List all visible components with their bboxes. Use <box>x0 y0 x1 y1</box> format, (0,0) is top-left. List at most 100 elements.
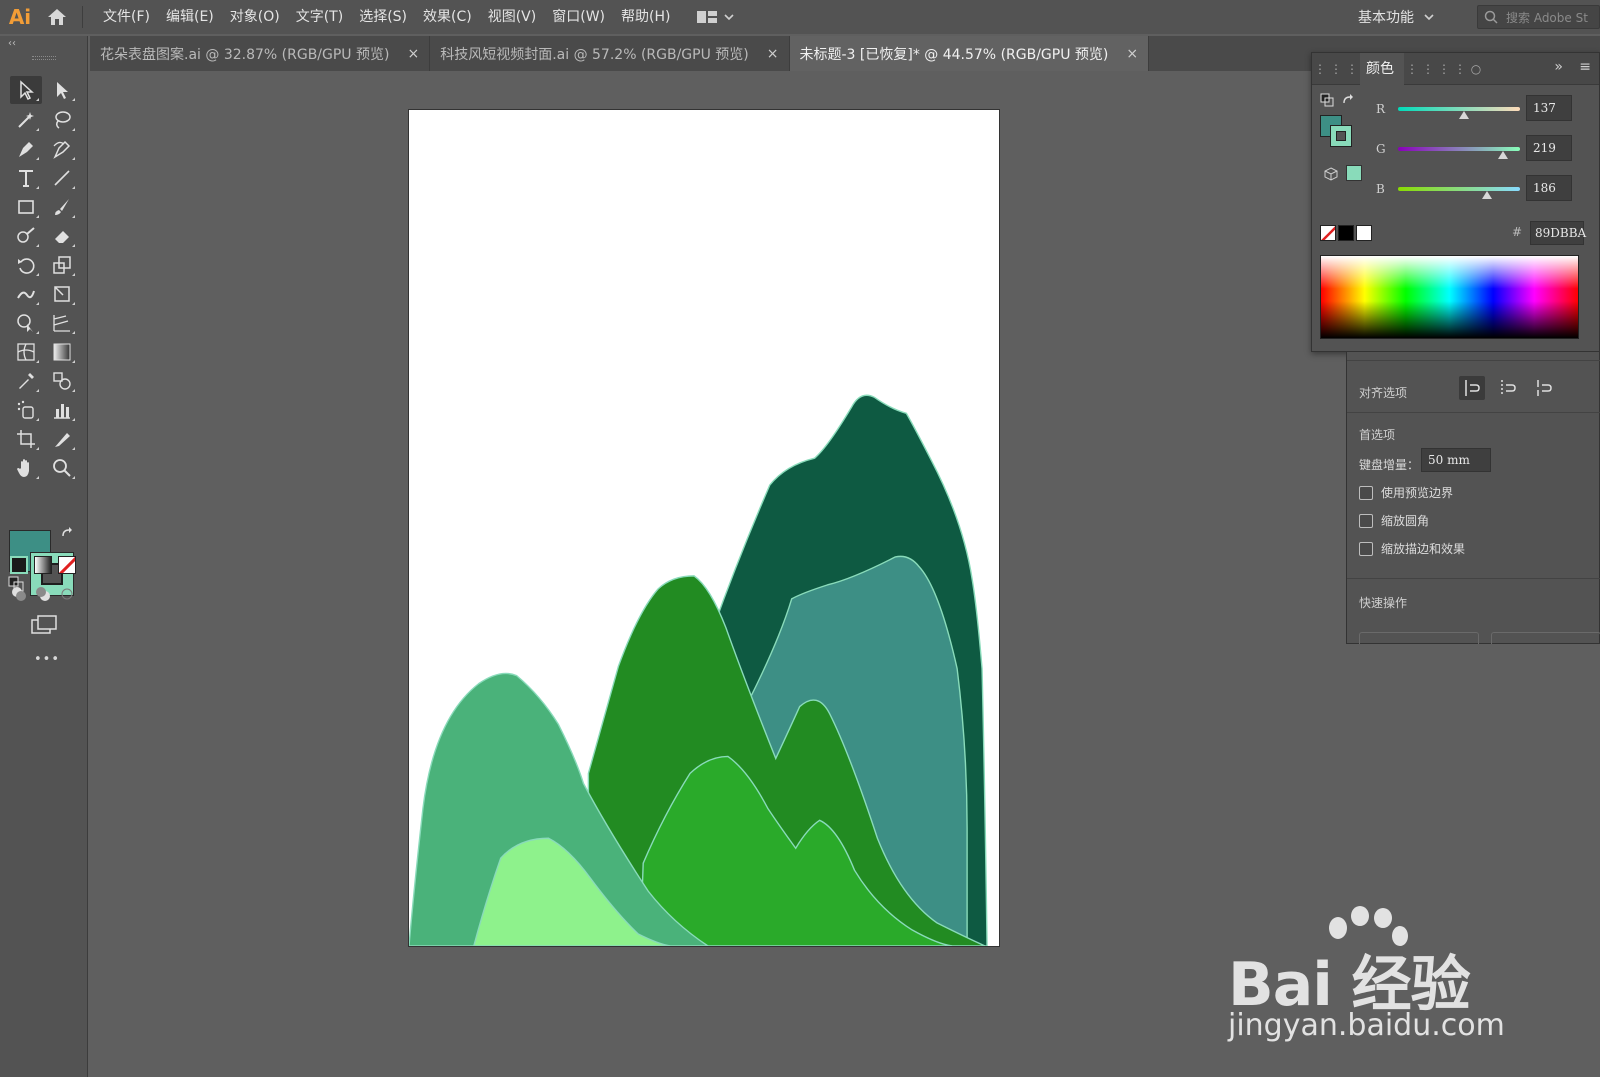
slider-thumb[interactable] <box>1458 111 1469 119</box>
panel-tab-icon[interactable]: ⋮ <box>1328 53 1344 85</box>
close-icon[interactable]: × <box>767 46 779 62</box>
panel-stroke-swatch[interactable] <box>1330 125 1352 147</box>
gradient-tool[interactable] <box>46 338 78 366</box>
search-input[interactable]: 搜索 Adobe St <box>1477 5 1600 29</box>
default-colors-icon[interactable] <box>1320 93 1334 107</box>
menu-file[interactable]: 文件(F) <box>95 0 158 34</box>
curvature-tool[interactable] <box>46 135 78 163</box>
perspective-grid-tool[interactable] <box>46 309 78 337</box>
white-swatch[interactable] <box>1356 225 1372 241</box>
blend-tool[interactable] <box>46 367 78 395</box>
out-of-gamut-cube-icon[interactable] <box>1324 167 1338 181</box>
swap-colors-icon[interactable] <box>1342 93 1356 107</box>
rotate-tool[interactable] <box>10 251 42 279</box>
slider-track[interactable] <box>1398 187 1520 199</box>
pen-tool[interactable] <box>10 135 42 163</box>
swap-fill-stroke-icon[interactable] <box>60 526 76 542</box>
line-tool[interactable] <box>46 164 78 192</box>
panel-tab-icon[interactable]: ⋮ <box>1436 53 1452 85</box>
draw-normal-icon[interactable] <box>10 585 28 603</box>
panel-tab-icon[interactable]: ○ <box>1468 53 1484 85</box>
web-safe-swatch[interactable] <box>1346 165 1362 181</box>
screen-mode-icon[interactable] <box>30 614 58 636</box>
draw-inside-icon[interactable] <box>58 585 76 603</box>
checkbox-row[interactable]: 缩放圆角 <box>1359 512 1429 529</box>
panel-grip[interactable] <box>32 56 56 60</box>
symbol-sprayer-tool[interactable] <box>10 396 42 424</box>
slider-value-input[interactable]: 186 <box>1526 175 1572 201</box>
checkbox-row[interactable]: 使用预览边界 <box>1359 484 1453 501</box>
panel-tab-icon[interactable]: ⋮ <box>1312 53 1328 85</box>
slider-track[interactable] <box>1398 107 1520 119</box>
mesh-tool[interactable] <box>10 338 42 366</box>
menu-object[interactable]: 对象(O) <box>222 0 288 34</box>
collapse-panel-icon[interactable]: ‹‹ <box>8 38 16 49</box>
menu-window[interactable]: 窗口(W) <box>544 0 613 34</box>
draw-behind-icon[interactable] <box>34 585 52 603</box>
menu-edit[interactable]: 编辑(E) <box>158 0 222 34</box>
rectangle-tool[interactable] <box>10 193 42 221</box>
none-mode-button[interactable] <box>58 556 76 574</box>
checkbox[interactable] <box>1359 513 1373 528</box>
tab-color[interactable]: 颜色 <box>1360 52 1404 85</box>
slider-value-input[interactable]: 137 <box>1526 95 1572 121</box>
shaper-tool[interactable] <box>10 222 42 250</box>
panel-menu-icon[interactable]: ≡ <box>1579 59 1591 75</box>
eraser-tool[interactable] <box>46 222 78 250</box>
home-icon[interactable] <box>40 0 74 34</box>
tab-document-2[interactable]: 科技风短视频封面.ai @ 57.2% (RGB/GPU 预览) × <box>430 36 790 71</box>
menu-type[interactable]: 文字(T) <box>288 0 351 34</box>
black-swatch[interactable] <box>1338 225 1354 241</box>
slice-tool[interactable] <box>46 425 78 453</box>
slider-value-input[interactable]: 219 <box>1526 135 1572 161</box>
color-mode-button[interactable] <box>10 556 28 574</box>
hex-input[interactable]: 89DBBA <box>1530 221 1586 245</box>
keyboard-increment-input[interactable]: 50 mm <box>1421 448 1491 472</box>
selection-tool[interactable] <box>10 76 42 104</box>
tab-document-1[interactable]: 花朵表盘图案.ai @ 32.87% (RGB/GPU 预览) × <box>90 36 431 71</box>
color-spectrum[interactable] <box>1320 255 1579 339</box>
warp-tool[interactable] <box>10 280 42 308</box>
close-icon[interactable]: × <box>1126 46 1138 62</box>
quick-action-button[interactable] <box>1491 632 1600 644</box>
panel-tab-icon[interactable]: ⋮ <box>1420 53 1436 85</box>
lasso-tool[interactable] <box>46 106 78 134</box>
direct-selection-tool[interactable] <box>46 76 78 104</box>
checkbox[interactable] <box>1359 485 1373 500</box>
artboard-tool[interactable] <box>10 425 42 453</box>
gradient-mode-button[interactable] <box>34 556 52 574</box>
quick-action-button[interactable] <box>1359 632 1479 644</box>
slider-track[interactable] <box>1398 147 1520 159</box>
arrange-documents-button[interactable] <box>696 9 735 25</box>
menu-effect[interactable]: 效果(C) <box>415 0 480 34</box>
panel-tab-icon[interactable]: ⋮ <box>1404 53 1420 85</box>
none-swatch[interactable] <box>1320 225 1336 241</box>
align-to-key-object-button[interactable] <box>1495 376 1521 400</box>
workspace-switcher[interactable]: 基本功能 <box>1358 0 1434 34</box>
close-icon[interactable]: × <box>407 46 419 62</box>
free-transform-tool[interactable] <box>46 280 78 308</box>
paintbrush-tool[interactable] <box>46 193 78 221</box>
type-tool[interactable] <box>10 164 42 192</box>
panel-expand-icon[interactable]: » <box>1554 59 1563 75</box>
menu-help[interactable]: 帮助(H) <box>613 0 678 34</box>
panel-tab-icon[interactable]: ⋮ <box>1344 53 1360 85</box>
magic-wand-tool[interactable] <box>10 106 42 134</box>
menu-select[interactable]: 选择(S) <box>351 0 415 34</box>
shape-builder-tool[interactable] <box>10 309 42 337</box>
scale-tool[interactable] <box>46 251 78 279</box>
align-to-artboard-button[interactable] <box>1531 376 1557 400</box>
zoom-tool[interactable] <box>46 454 78 482</box>
tab-document-3[interactable]: 未标题-3 [已恢复]* @ 44.57% (RGB/GPU 预览) × <box>789 36 1150 71</box>
eyedropper-tool[interactable] <box>10 367 42 395</box>
checkbox[interactable] <box>1359 541 1373 556</box>
slider-thumb[interactable] <box>1481 191 1492 199</box>
align-to-selection-button[interactable] <box>1459 376 1485 400</box>
menu-view[interactable]: 视图(V) <box>480 0 545 34</box>
hand-tool[interactable] <box>10 454 42 482</box>
column-graph-tool[interactable] <box>46 396 78 424</box>
artboard[interactable] <box>408 109 1000 947</box>
panel-tab-icon[interactable]: ⋮ <box>1452 53 1468 85</box>
slider-thumb[interactable] <box>1497 151 1508 159</box>
edit-toolbar-button[interactable]: ••• <box>34 652 60 667</box>
